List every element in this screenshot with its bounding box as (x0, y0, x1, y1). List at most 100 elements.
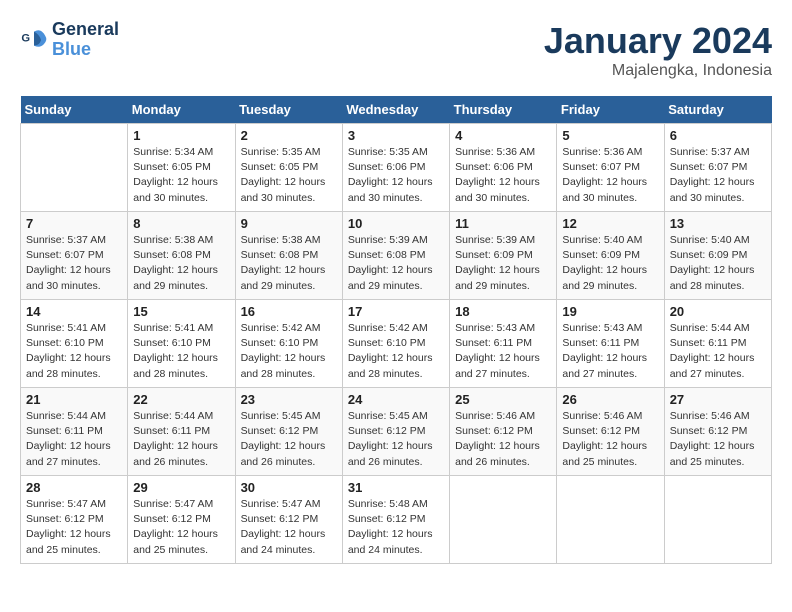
calendar-header-row: SundayMondayTuesdayWednesdayThursdayFrid… (21, 96, 772, 124)
day-info: Sunrise: 5:38 AMSunset: 6:08 PMDaylight:… (241, 233, 337, 294)
day-info: Sunrise: 5:35 AMSunset: 6:06 PMDaylight:… (348, 145, 444, 206)
title-block: January 2024 Majalengka, Indonesia (544, 20, 772, 80)
day-info: Sunrise: 5:41 AMSunset: 6:10 PMDaylight:… (133, 321, 229, 382)
calendar-cell: 8 Sunrise: 5:38 AMSunset: 6:08 PMDaylight… (128, 212, 235, 300)
day-info: Sunrise: 5:38 AMSunset: 6:08 PMDaylight:… (133, 233, 229, 294)
day-number: 24 (348, 392, 444, 407)
day-number: 11 (455, 216, 551, 231)
calendar-cell: 17 Sunrise: 5:42 AMSunset: 6:10 PMDayligh… (342, 300, 449, 388)
calendar-cell: 9 Sunrise: 5:38 AMSunset: 6:08 PMDaylight… (235, 212, 342, 300)
day-header-thursday: Thursday (450, 96, 557, 124)
day-info: Sunrise: 5:45 AMSunset: 6:12 PMDaylight:… (241, 409, 337, 470)
day-number: 31 (348, 480, 444, 495)
day-info: Sunrise: 5:37 AMSunset: 6:07 PMDaylight:… (26, 233, 122, 294)
calendar-cell: 24 Sunrise: 5:45 AMSunset: 6:12 PMDayligh… (342, 388, 449, 476)
calendar-table: SundayMondayTuesdayWednesdayThursdayFrid… (20, 96, 772, 564)
day-info: Sunrise: 5:46 AMSunset: 6:12 PMDaylight:… (670, 409, 766, 470)
calendar-cell: 6Sunrise: 5:37 AMSunset: 6:07 PMDaylight… (664, 124, 771, 212)
calendar-cell: 18 Sunrise: 5:43 AMSunset: 6:11 PMDayligh… (450, 300, 557, 388)
day-number: 29 (133, 480, 229, 495)
calendar-cell: 4Sunrise: 5:36 AMSunset: 6:06 PMDaylight… (450, 124, 557, 212)
calendar-cell: 21Sunrise: 5:44 AMSunset: 6:11 PMDayligh… (21, 388, 128, 476)
day-number: 6 (670, 128, 766, 143)
day-info: Sunrise: 5:44 AMSunset: 6:11 PMDaylight:… (26, 409, 122, 470)
day-number: 30 (241, 480, 337, 495)
calendar-cell: 27 Sunrise: 5:46 AMSunset: 6:12 PMDayligh… (664, 388, 771, 476)
calendar-cell: 13Sunrise: 5:40 AMSunset: 6:09 PMDayligh… (664, 212, 771, 300)
logo-icon: G (20, 26, 48, 54)
calendar-cell: 3 Sunrise: 5:35 AMSunset: 6:06 PMDaylight… (342, 124, 449, 212)
day-info: Sunrise: 5:45 AMSunset: 6:12 PMDaylight:… (348, 409, 444, 470)
day-info: Sunrise: 5:40 AMSunset: 6:09 PMDaylight:… (670, 233, 766, 294)
calendar-cell: 7Sunrise: 5:37 AMSunset: 6:07 PMDaylight… (21, 212, 128, 300)
day-number: 26 (562, 392, 658, 407)
day-number: 28 (26, 480, 122, 495)
calendar-cell: 28 Sunrise: 5:47 AMSunset: 6:12 PMDayligh… (21, 476, 128, 564)
day-info: Sunrise: 5:43 AMSunset: 6:11 PMDaylight:… (455, 321, 551, 382)
day-number: 17 (348, 304, 444, 319)
day-number: 10 (348, 216, 444, 231)
calendar-cell: 30 Sunrise: 5:47 AMSunset: 6:12 PMDayligh… (235, 476, 342, 564)
day-number: 18 (455, 304, 551, 319)
day-info: Sunrise: 5:46 AMSunset: 6:12 PMDaylight:… (562, 409, 658, 470)
day-number: 2 (241, 128, 337, 143)
day-info: Sunrise: 5:46 AMSunset: 6:12 PMDaylight:… (455, 409, 551, 470)
day-number: 27 (670, 392, 766, 407)
calendar-week-3: 14 Sunrise: 5:41 AMSunset: 6:10 PMDayligh… (21, 300, 772, 388)
day-number: 5 (562, 128, 658, 143)
svg-text:G: G (21, 32, 30, 44)
day-number: 19 (562, 304, 658, 319)
page-header: G GeneralBlue January 2024 Majalengka, I… (20, 20, 772, 80)
calendar-cell: 5Sunrise: 5:36 AMSunset: 6:07 PMDaylight… (557, 124, 664, 212)
calendar-cell: 25 Sunrise: 5:46 AMSunset: 6:12 PMDayligh… (450, 388, 557, 476)
day-info: Sunrise: 5:43 AMSunset: 6:11 PMDaylight:… (562, 321, 658, 382)
calendar-cell: 22 Sunrise: 5:44 AMSunset: 6:11 PMDayligh… (128, 388, 235, 476)
day-number: 1 (133, 128, 229, 143)
calendar-cell: 1Sunrise: 5:34 AMSunset: 6:05 PMDaylight… (128, 124, 235, 212)
day-number: 12 (562, 216, 658, 231)
calendar-cell: 11 Sunrise: 5:39 AMSunset: 6:09 PMDayligh… (450, 212, 557, 300)
day-number: 3 (348, 128, 444, 143)
calendar-cell: 10 Sunrise: 5:39 AMSunset: 6:08 PMDayligh… (342, 212, 449, 300)
day-number: 4 (455, 128, 551, 143)
day-number: 20 (670, 304, 766, 319)
day-number: 22 (133, 392, 229, 407)
day-info: Sunrise: 5:40 AMSunset: 6:09 PMDaylight:… (562, 233, 658, 294)
logo-text: GeneralBlue (52, 20, 119, 60)
calendar-week-5: 28 Sunrise: 5:47 AMSunset: 6:12 PMDayligh… (21, 476, 772, 564)
calendar-cell: 26 Sunrise: 5:46 AMSunset: 6:12 PMDayligh… (557, 388, 664, 476)
day-info: Sunrise: 5:39 AMSunset: 6:08 PMDaylight:… (348, 233, 444, 294)
calendar-cell: 16Sunrise: 5:42 AMSunset: 6:10 PMDayligh… (235, 300, 342, 388)
day-number: 9 (241, 216, 337, 231)
day-number: 16 (241, 304, 337, 319)
day-header-sunday: Sunday (21, 96, 128, 124)
calendar-cell: 15 Sunrise: 5:41 AMSunset: 6:10 PMDayligh… (128, 300, 235, 388)
subtitle: Majalengka, Indonesia (544, 62, 772, 80)
day-header-monday: Monday (128, 96, 235, 124)
logo: G GeneralBlue (20, 20, 119, 60)
calendar-cell (450, 476, 557, 564)
calendar-cell: 14Sunrise: 5:41 AMSunset: 6:10 PMDayligh… (21, 300, 128, 388)
day-number: 25 (455, 392, 551, 407)
calendar-cell: 19 Sunrise: 5:43 AMSunset: 6:11 PMDayligh… (557, 300, 664, 388)
month-title: January 2024 (544, 20, 772, 62)
day-info: Sunrise: 5:42 AMSunset: 6:10 PMDaylight:… (348, 321, 444, 382)
calendar-week-4: 21Sunrise: 5:44 AMSunset: 6:11 PMDayligh… (21, 388, 772, 476)
day-header-tuesday: Tuesday (235, 96, 342, 124)
calendar-cell: 12 Sunrise: 5:40 AMSunset: 6:09 PMDayligh… (557, 212, 664, 300)
day-info: Sunrise: 5:47 AMSunset: 6:12 PMDaylight:… (133, 497, 229, 558)
day-number: 15 (133, 304, 229, 319)
day-info: Sunrise: 5:47 AMSunset: 6:12 PMDaylight:… (241, 497, 337, 558)
day-info: Sunrise: 5:47 AMSunset: 6:12 PMDaylight:… (26, 497, 122, 558)
day-number: 14 (26, 304, 122, 319)
day-header-saturday: Saturday (664, 96, 771, 124)
day-info: Sunrise: 5:48 AMSunset: 6:12 PMDaylight:… (348, 497, 444, 558)
calendar-week-1: 1Sunrise: 5:34 AMSunset: 6:05 PMDaylight… (21, 124, 772, 212)
day-info: Sunrise: 5:39 AMSunset: 6:09 PMDaylight:… (455, 233, 551, 294)
calendar-cell: 20 Sunrise: 5:44 AMSunset: 6:11 PMDayligh… (664, 300, 771, 388)
calendar-cell (557, 476, 664, 564)
day-info: Sunrise: 5:44 AMSunset: 6:11 PMDaylight:… (133, 409, 229, 470)
calendar-body: 1Sunrise: 5:34 AMSunset: 6:05 PMDaylight… (21, 124, 772, 564)
day-number: 8 (133, 216, 229, 231)
day-info: Sunrise: 5:44 AMSunset: 6:11 PMDaylight:… (670, 321, 766, 382)
